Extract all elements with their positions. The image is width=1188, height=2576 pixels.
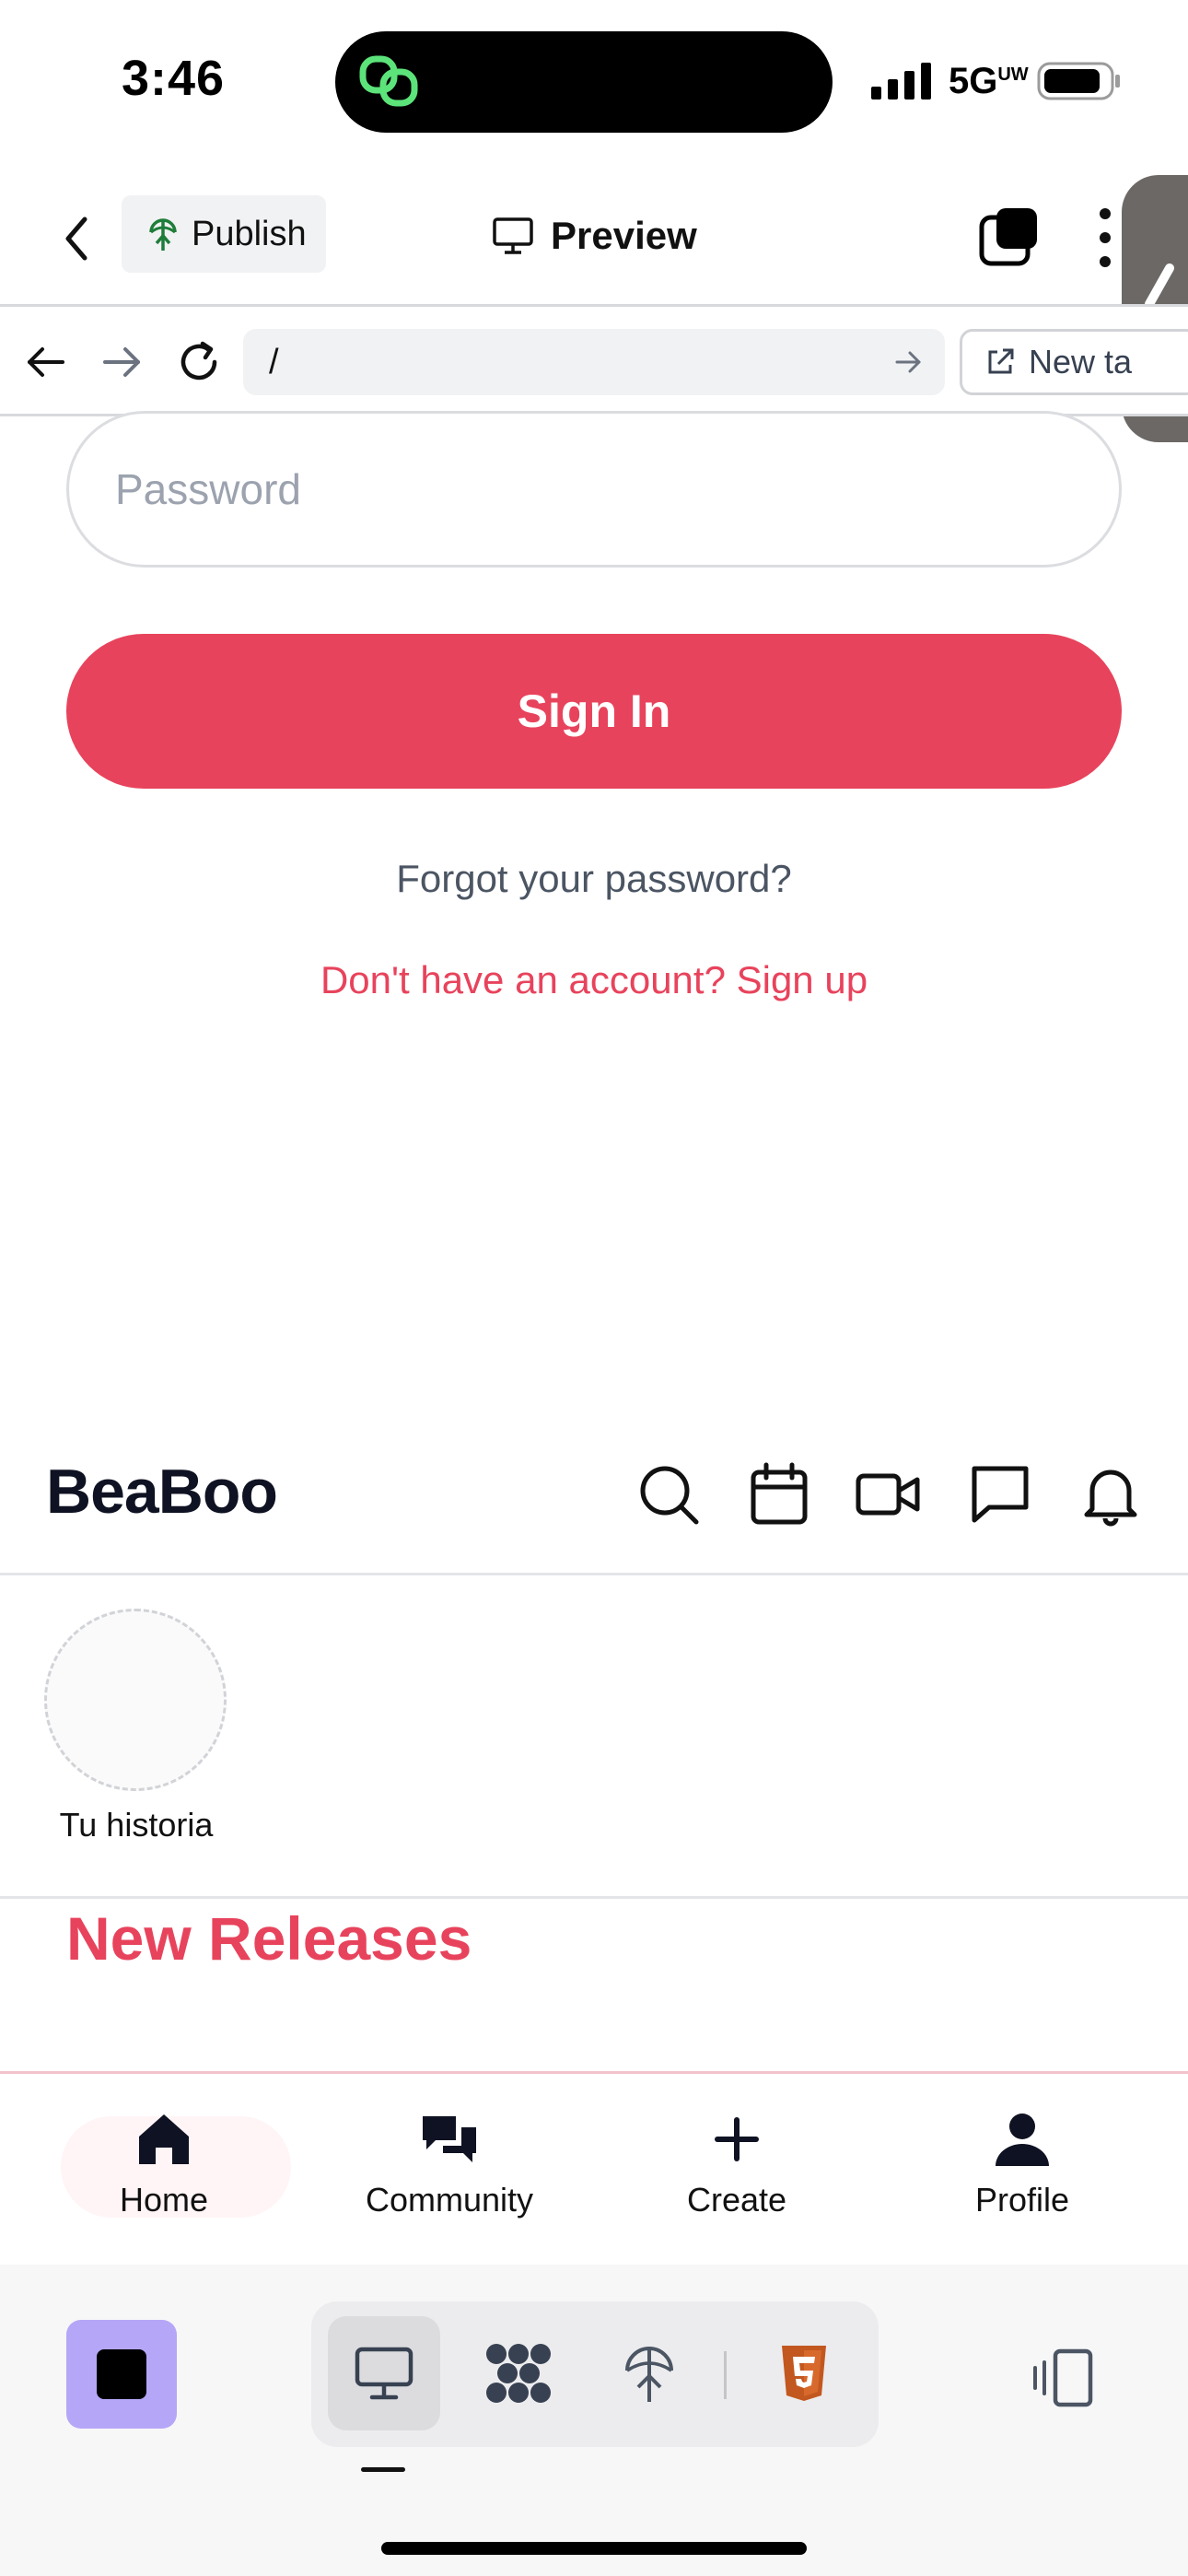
mode-separator	[724, 2351, 727, 2399]
nav-create-label: Create	[686, 2181, 787, 2219]
new-tab-label: New ta	[1029, 343, 1133, 381]
nodes-view-button[interactable]	[462, 2316, 575, 2430]
arrow-right-icon[interactable]	[891, 345, 925, 379]
bell-icon[interactable]	[1077, 1461, 1144, 1528]
header-divider	[0, 1573, 1188, 1575]
bottom-nav: Home Community Create Profile	[0, 2071, 1188, 2265]
your-story-label: Tu historia	[59, 1806, 214, 1844]
html5-icon	[782, 2346, 826, 2401]
publish-label: Publish	[192, 214, 307, 253]
tabs-icon[interactable]	[976, 205, 1041, 269]
device-toggle-icon[interactable]	[1031, 2346, 1096, 2410]
view-mode-group	[311, 2301, 879, 2447]
home-indicator	[381, 2542, 807, 2555]
new-tab-button[interactable]: New ta	[960, 329, 1188, 395]
preview-label: Preview	[551, 214, 697, 257]
plus-icon	[715, 2117, 759, 2161]
nodes-icon	[486, 2344, 551, 2403]
chevron-left-icon	[65, 217, 87, 261]
forgot-password-link[interactable]: Forgot your password?	[0, 857, 1188, 901]
status-bar: 3:46 5GUW	[0, 0, 1188, 166]
external-link-icon	[988, 348, 1014, 374]
app-logo: BeaBoo	[46, 1457, 278, 1527]
arrow-right-icon[interactable]	[94, 334, 149, 390]
battery-icon	[1037, 62, 1120, 100]
stories-divider	[0, 1896, 1188, 1899]
new-releases-title: New Releases	[66, 1904, 472, 1973]
monitor-icon	[493, 217, 533, 254]
arrow-left-icon[interactable]	[18, 334, 74, 390]
chat-bubbles-icon	[423, 2116, 476, 2162]
nav-home[interactable]: Home	[53, 2111, 274, 2219]
publish-globe-icon	[625, 2347, 673, 2402]
calendar-icon[interactable]	[746, 1461, 812, 1528]
sign-in-button[interactable]: Sign In	[66, 634, 1122, 789]
stop-icon	[97, 2349, 146, 2399]
your-story-circle[interactable]	[44, 1609, 227, 1791]
nav-community[interactable]: Community	[339, 2111, 560, 2219]
active-mode-indicator	[361, 2467, 405, 2472]
editor-toolbar	[0, 2265, 1188, 2576]
publish-globe-icon	[149, 218, 177, 251]
reload-icon[interactable]	[171, 334, 227, 390]
html-view-button[interactable]	[748, 2316, 860, 2430]
publish-view-button[interactable]	[593, 2316, 705, 2430]
more-vertical-icon[interactable]	[1087, 201, 1124, 275]
nav-home-label: Home	[119, 2181, 209, 2219]
search-icon[interactable]	[635, 1461, 702, 1528]
desktop-preview-button[interactable]	[328, 2316, 440, 2430]
video-camera-icon[interactable]	[855, 1461, 921, 1528]
linked-rings-icon	[359, 55, 418, 107]
user-icon	[996, 2113, 1049, 2166]
nav-community-label: Community	[365, 2181, 534, 2219]
back-button[interactable]	[53, 206, 99, 271]
signal-icon	[871, 63, 931, 100]
password-input[interactable]	[66, 411, 1122, 568]
monitor-icon	[355, 2347, 413, 2400]
browser-bar: / New ta	[0, 304, 1188, 416]
sign-up-link[interactable]: Don't have an account? Sign up	[0, 958, 1188, 1002]
nav-profile[interactable]: Profile	[912, 2111, 1133, 2219]
editor-header: Publish Preview	[0, 175, 1188, 304]
publish-button[interactable]: Publish	[122, 195, 326, 273]
network-label: 5GUW	[949, 61, 1029, 101]
chat-bubble-icon[interactable]	[967, 1461, 1033, 1528]
nav-create[interactable]: Create	[626, 2111, 847, 2219]
stop-button[interactable]	[66, 2320, 177, 2429]
nav-profile-label: Profile	[974, 2181, 1070, 2219]
url-field[interactable]: /	[243, 329, 945, 395]
home-icon	[139, 2114, 189, 2164]
status-time: 3:46	[122, 51, 226, 106]
preview-button[interactable]: Preview	[492, 203, 697, 269]
url-text: /	[269, 343, 279, 381]
